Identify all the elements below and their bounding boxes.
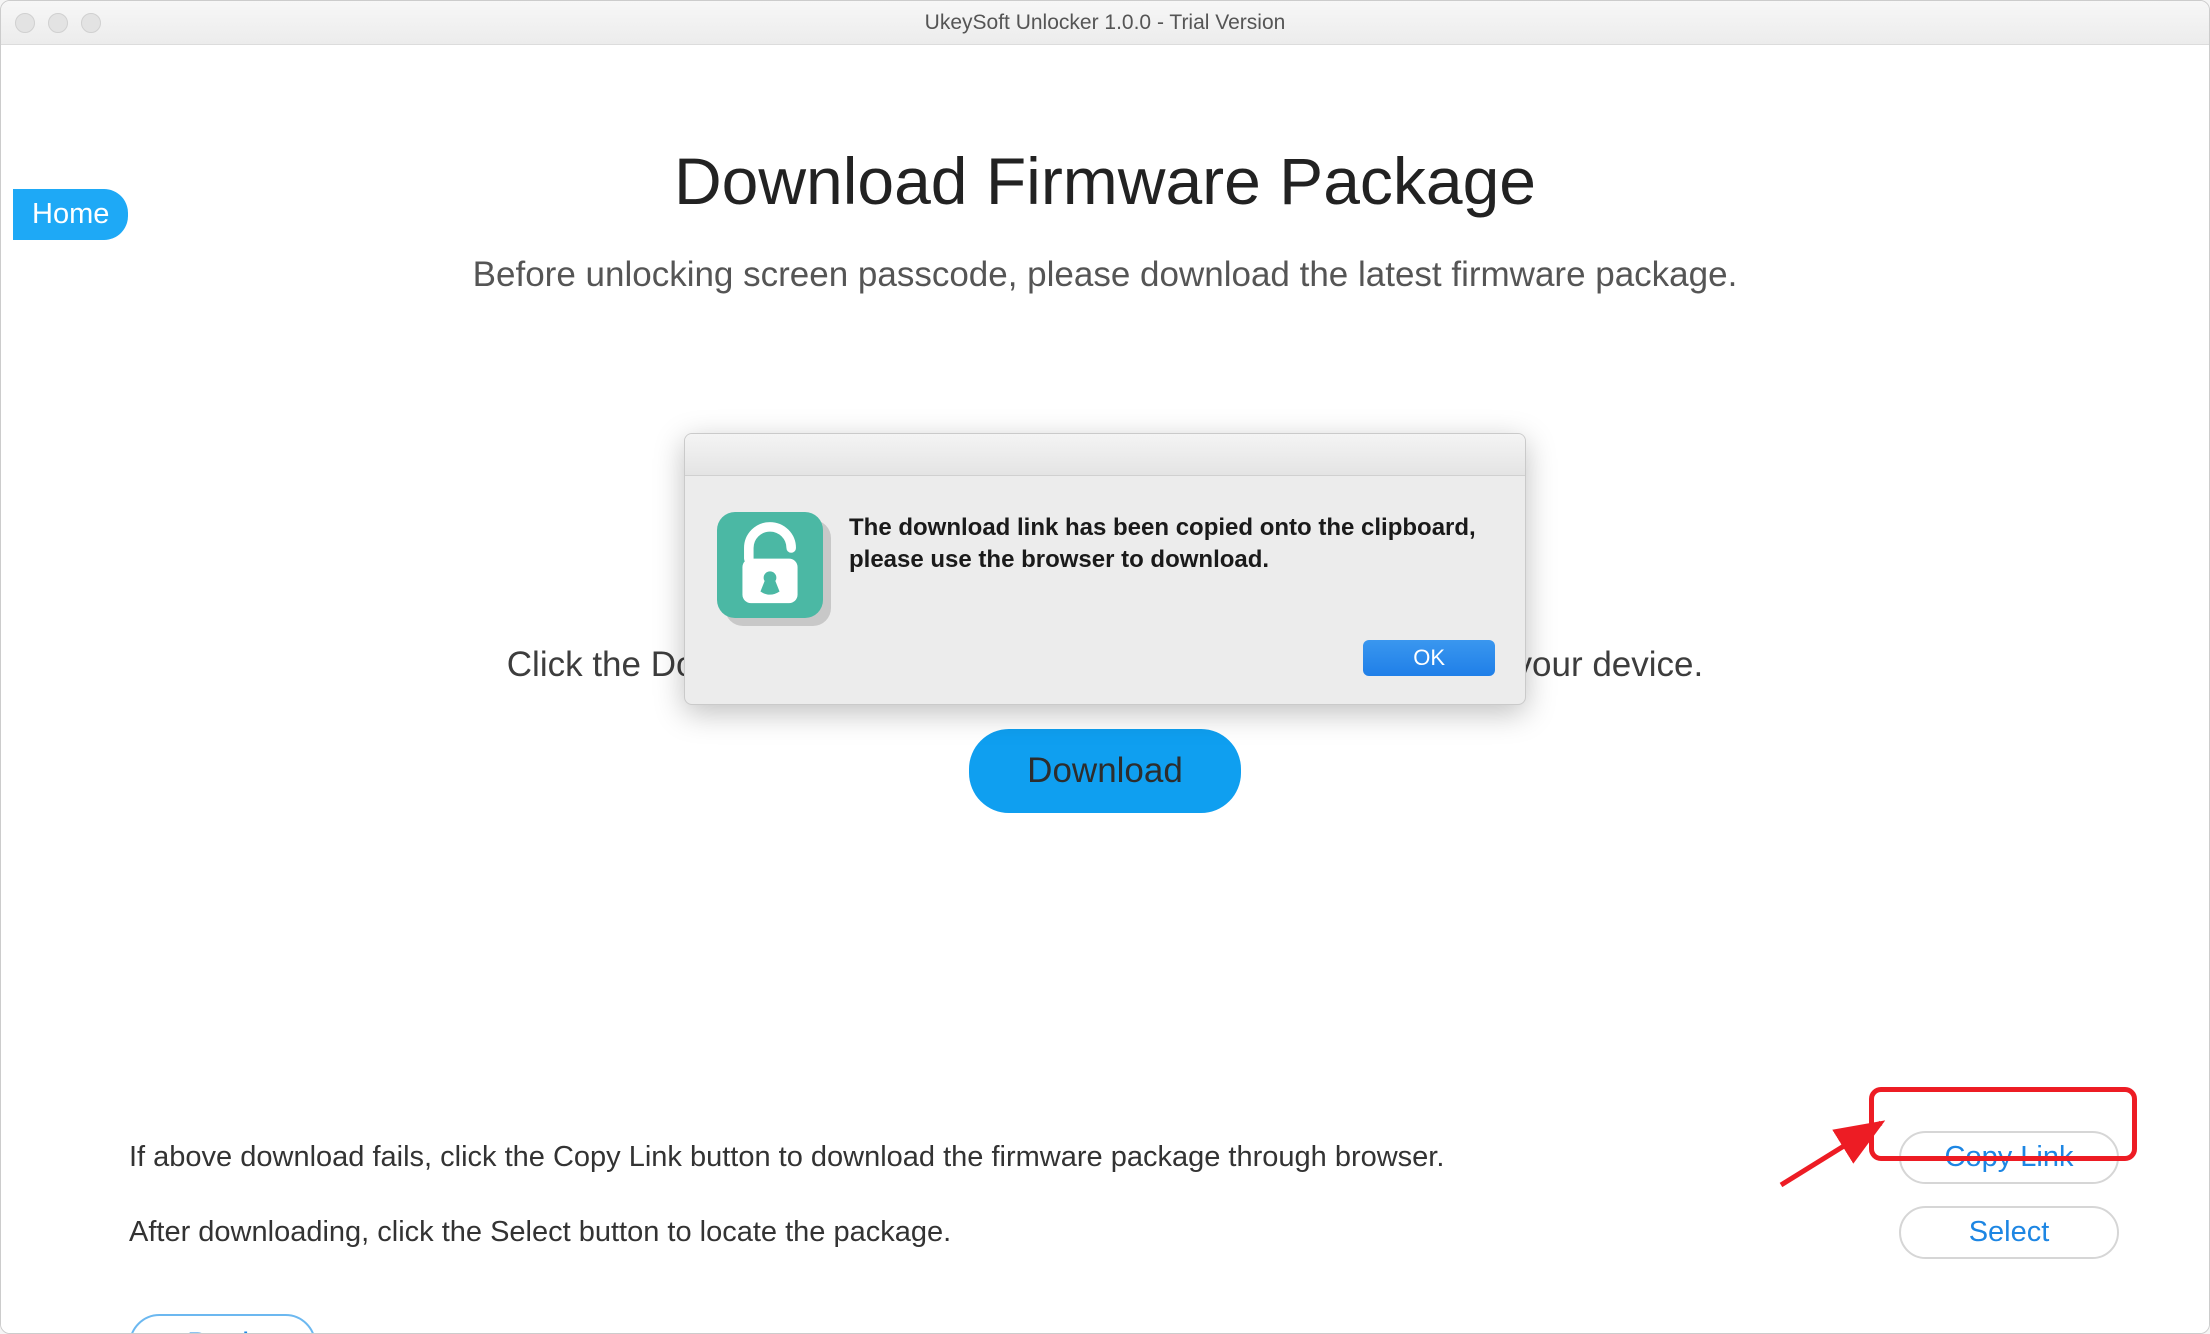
copy-link-hint: If above download fails, click the Copy …: [129, 1141, 1444, 1174]
zoom-window-button[interactable]: [81, 13, 101, 33]
app-lock-icon: [717, 512, 823, 618]
dialog-footer: OK: [685, 640, 1525, 704]
traffic-lights: [15, 13, 101, 33]
home-button[interactable]: Home: [13, 189, 128, 240]
dialog-message: The download link has been copied onto t…: [849, 512, 1493, 618]
back-button[interactable]: Back: [129, 1314, 316, 1334]
select-row: After downloading, click the Select butt…: [129, 1206, 2119, 1259]
select-hint: After downloading, click the Select butt…: [129, 1216, 951, 1249]
ok-button[interactable]: OK: [1363, 640, 1495, 676]
minimize-window-button[interactable]: [48, 13, 68, 33]
copy-link-row: If above download fails, click the Copy …: [129, 1131, 2119, 1184]
page-subtitle: Before unlocking screen passcode, please…: [1, 255, 2209, 295]
dialog-titlebar: [685, 434, 1525, 476]
close-window-button[interactable]: [15, 13, 35, 33]
bottom-section: If above download fails, click the Copy …: [129, 1131, 2119, 1281]
titlebar: UkeySoft Unlocker 1.0.0 - Trial Version: [1, 1, 2209, 45]
window-title: UkeySoft Unlocker 1.0.0 - Trial Version: [925, 11, 1286, 35]
copy-link-button[interactable]: Copy Link: [1899, 1131, 2119, 1184]
page-title: Download Firmware Package: [1, 143, 2209, 219]
content-area: Home Download Firmware Package Before un…: [1, 143, 2209, 1334]
app-window: UkeySoft Unlocker 1.0.0 - Trial Version …: [0, 0, 2210, 1334]
download-button[interactable]: Download: [969, 729, 1241, 813]
dialog-body: The download link has been copied onto t…: [685, 476, 1525, 640]
select-button[interactable]: Select: [1899, 1206, 2119, 1259]
clipboard-dialog: The download link has been copied onto t…: [684, 433, 1526, 705]
